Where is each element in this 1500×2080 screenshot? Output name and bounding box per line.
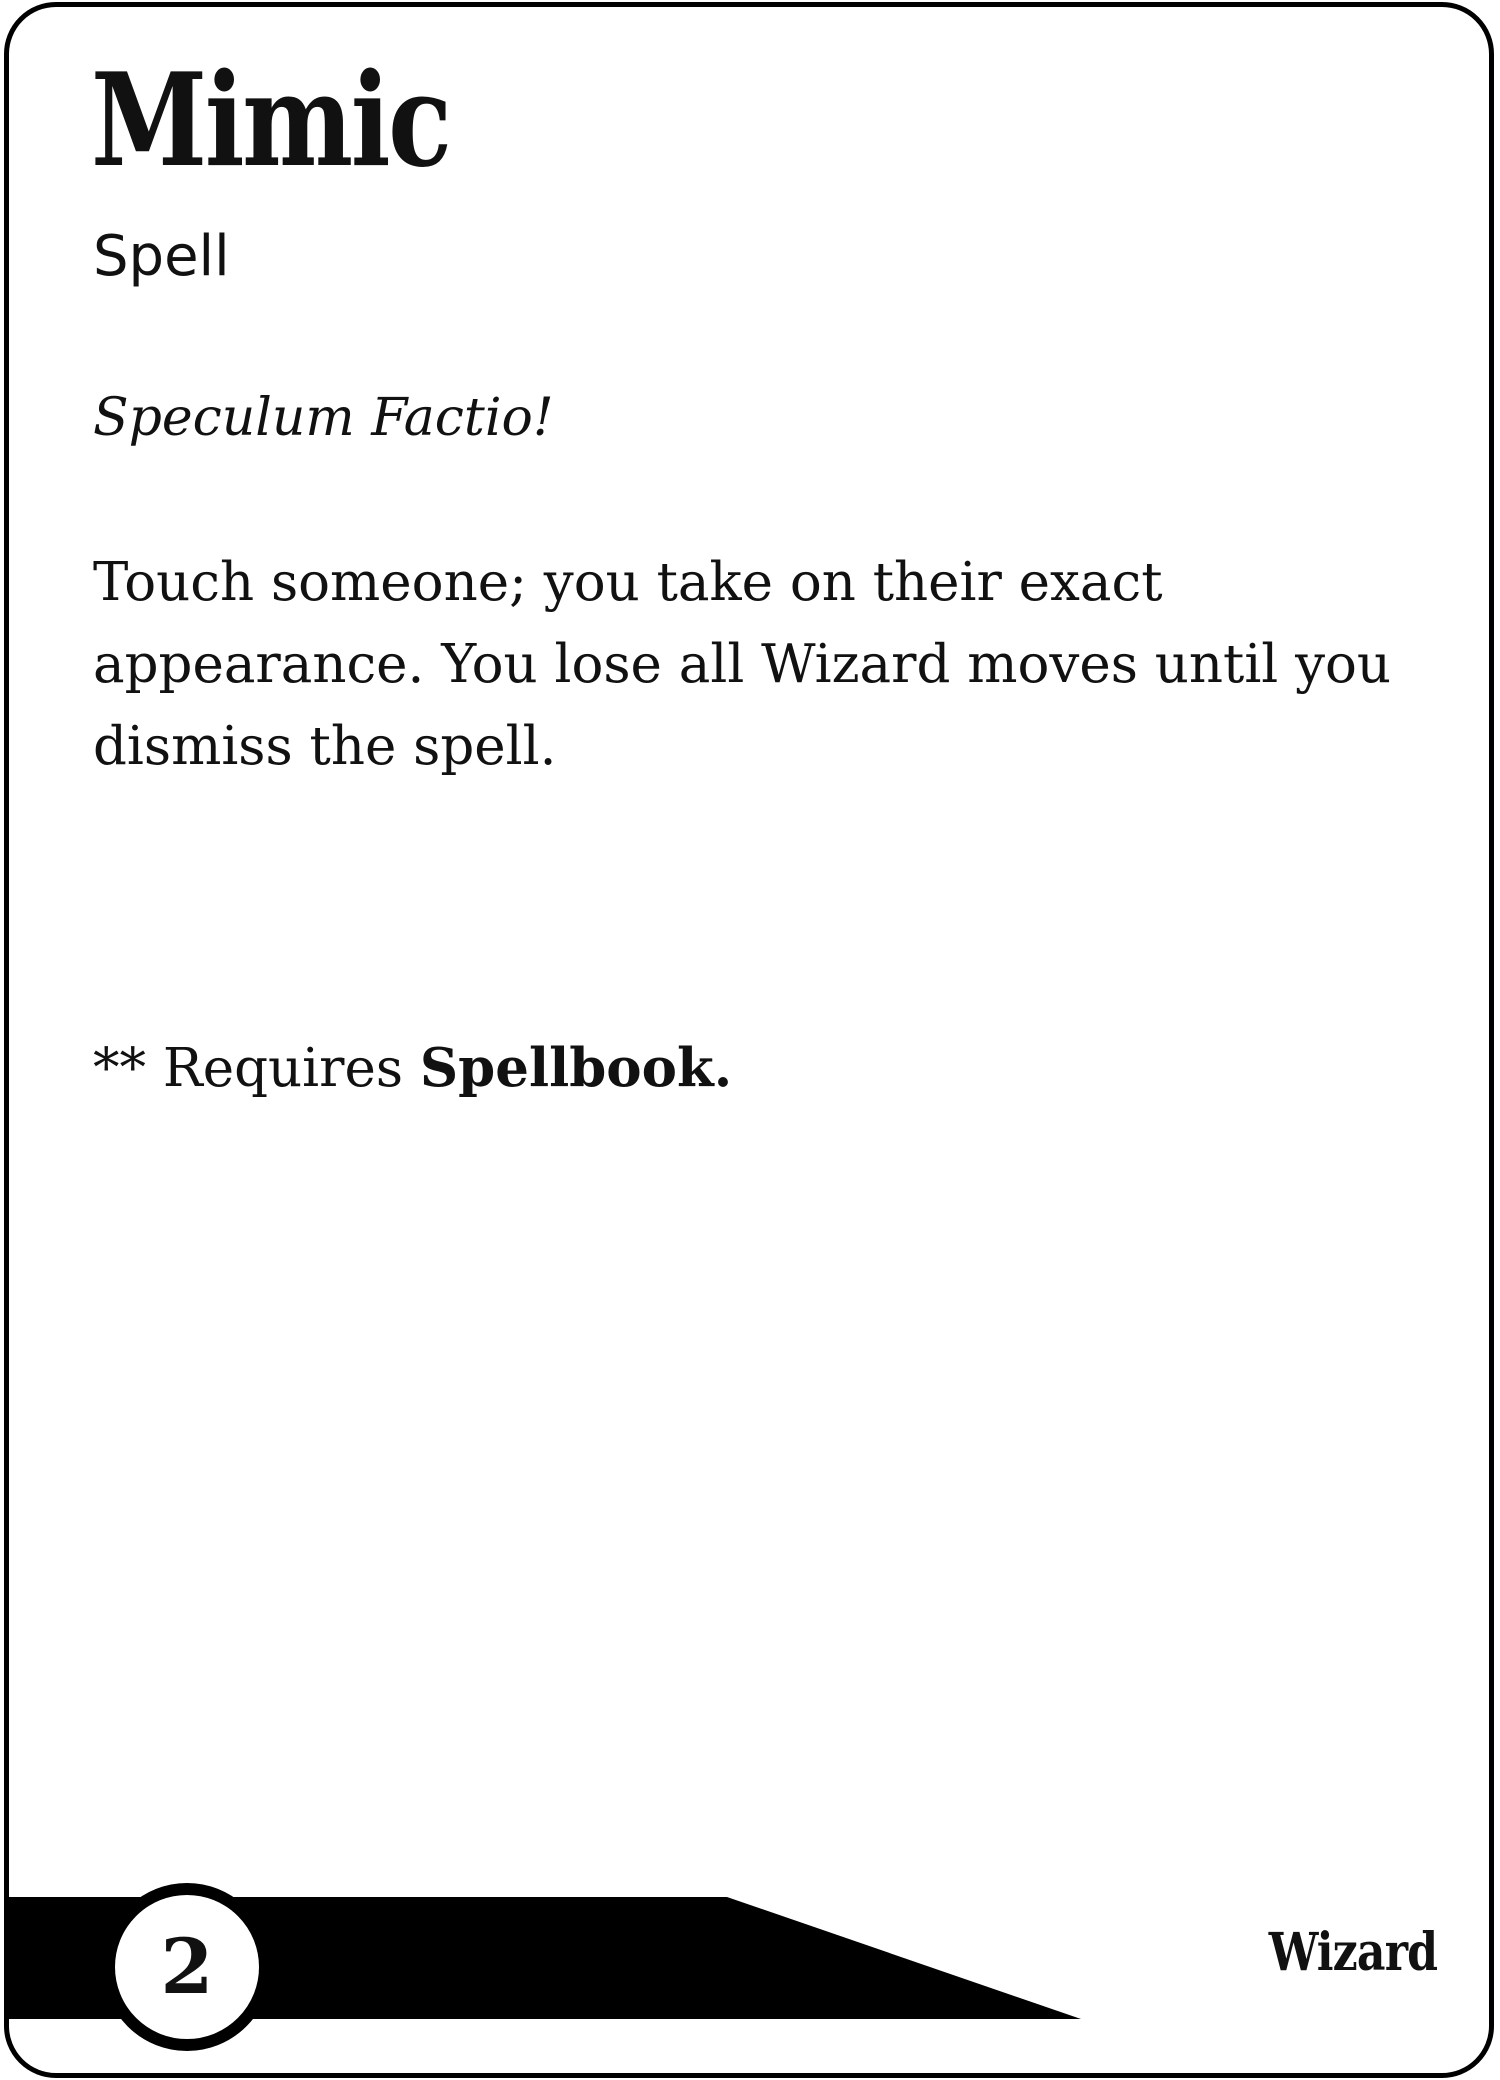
class-name: Wizard (1268, 1922, 1438, 1983)
card-type: Spell (93, 224, 230, 289)
level-number: 2 (160, 1922, 214, 2011)
spell-description: Touch someone; you take on their exact a… (93, 552, 1392, 777)
requirement-item: Spellbook. (419, 1037, 733, 1099)
requirement-prefix: ** Requires (93, 1038, 420, 1099)
spell-requirement: ** Requires Spellbook. (93, 1027, 1433, 1110)
spell-incantation: Speculum Factio! (93, 388, 554, 448)
card-title: Mimic (91, 46, 452, 196)
spell-card: Mimic Spell Speculum Factio! Touch someo… (4, 2, 1494, 2078)
